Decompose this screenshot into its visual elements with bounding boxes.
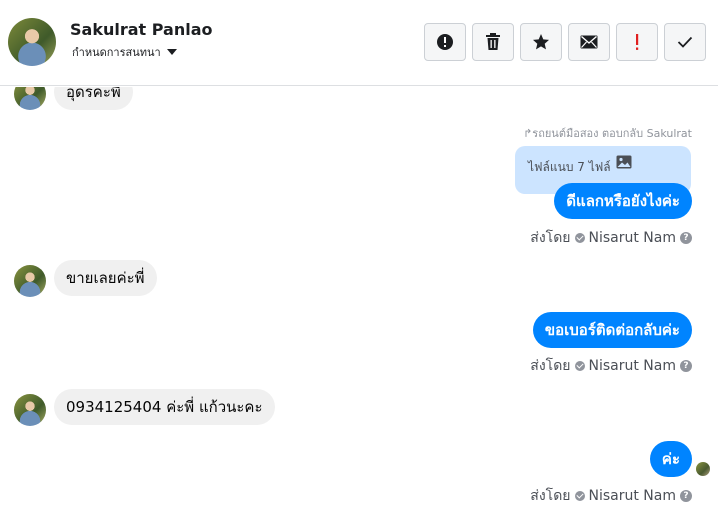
sent-by-prefix: ส่งโดย [530,230,571,246]
sent-by-row: ส่งโดย Nisarut Nam ? [530,355,692,377]
help-icon[interactable]: ? [680,232,692,244]
follow-up-button[interactable] [616,23,658,61]
caret-down-icon [166,49,177,55]
assign-conversation-dropdown[interactable]: กำหนดการสนทนา [72,43,177,61]
star-button[interactable] [520,23,562,61]
assign-label: กำหนดการสนทนา [72,46,161,59]
sender-avatar [14,394,46,426]
mark-unread-button[interactable] [568,23,610,61]
sent-by-prefix: ส่งโดย [530,358,571,374]
mark-done-button[interactable] [664,23,706,61]
outgoing-message: ค่ะ [649,441,692,477]
seen-avatar [696,462,710,476]
sender-avatar [14,87,46,110]
delete-button[interactable] [472,23,514,61]
sent-by-agent[interactable]: Nisarut Nam [589,230,677,246]
incoming-message: อุดรคะพี [54,87,133,110]
mark-spam-button[interactable] [424,23,466,61]
sender-avatar [14,265,46,297]
outgoing-message: ขอเบอร์ติดต่อกลับค่ะ [532,312,692,348]
envelope-icon [580,35,598,49]
check-icon [677,36,693,48]
help-icon[interactable]: ? [680,490,692,502]
message-thread[interactable]: อุดรคะพี ↱รถยนต์มือสอง ตอบกลับ Sakulrat … [0,87,718,511]
image-icon [616,155,632,169]
verified-icon [574,491,585,501]
sent-by-row: ส่งโดย Nisarut Nam ? [530,485,692,507]
attachment-label: ไฟล์แนบ 7 ไฟล์ [528,160,611,174]
verified-icon [574,361,585,371]
sent-by-prefix: ส่งโดย [530,488,571,504]
conversation-header: Sakulrat Panlao กำหนดการสนทนา [0,0,718,86]
star-icon [533,34,549,50]
contact-name[interactable]: Sakulrat Panlao [70,20,213,39]
sent-by-agent[interactable]: Nisarut Nam [589,358,677,374]
exclamation-icon [636,34,639,50]
reply-arrow-icon: ↱ [523,127,533,140]
sent-by-row: ส่งโดย Nisarut Nam ? [530,227,692,249]
contact-avatar[interactable] [8,18,56,66]
incoming-message: 0934125404 ค่ะพี่ แก้วนะคะ [54,389,275,425]
outgoing-message: ดีแลกหรือยังไงค่ะ [554,183,692,219]
reply-context-note: ↱รถยนต์มือสอง ตอบกลับ Sakulrat [523,124,692,142]
verified-icon [574,233,585,243]
sent-by-agent[interactable]: Nisarut Nam [589,488,677,504]
alert-circle-icon [437,34,453,50]
conversation-toolbar [424,23,706,61]
incoming-message: ขายเลยค่ะพี่ [54,260,157,296]
trash-icon [486,33,500,50]
help-icon[interactable]: ? [680,360,692,372]
reply-context-text: รถยนต์มือสอง ตอบกลับ Sakulrat [532,127,692,140]
